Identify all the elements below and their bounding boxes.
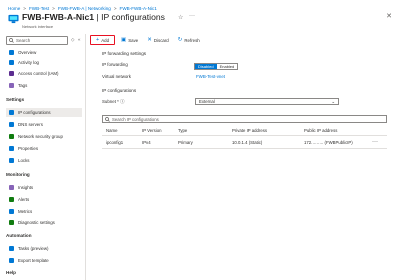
favorite-star-icon[interactable]: ☆ bbox=[178, 14, 183, 21]
chevron-down-icon: ⌄ bbox=[331, 98, 335, 104]
ip-configurations-heading: IP configurations bbox=[102, 88, 137, 93]
collapse-menu-icon[interactable]: ◇ bbox=[71, 37, 74, 43]
tasks-icon bbox=[9, 246, 14, 251]
discard-icon: ✕ bbox=[147, 37, 152, 43]
column-header-ip-version[interactable]: IP Version bbox=[142, 128, 162, 133]
virtual-network-label: Virtual network bbox=[102, 74, 131, 79]
breadcrumb-separator: > bbox=[23, 5, 26, 11]
refresh-icon: ↻ bbox=[177, 37, 183, 43]
sidebar-item-locks[interactable]: Locks bbox=[6, 156, 82, 165]
network-interface-icon bbox=[8, 14, 19, 24]
breadcrumb-separator: > bbox=[113, 5, 117, 11]
virtual-network-link[interactable]: FWB-Test-vnet bbox=[196, 74, 225, 79]
search-icon bbox=[105, 116, 110, 122]
more-options-icon[interactable]: ··· bbox=[189, 13, 195, 19]
sidebar-section-help: Help bbox=[6, 270, 16, 275]
overview-icon bbox=[9, 50, 14, 55]
sidebar-section-settings: Settings bbox=[6, 97, 25, 102]
alert-icon bbox=[9, 197, 14, 202]
sidebar-section-monitoring: Monitoring bbox=[6, 172, 30, 177]
sidebar-item-network-security-group[interactable]: Network security group bbox=[6, 132, 82, 141]
info-icon: ⓘ bbox=[120, 99, 125, 104]
discard-button[interactable]: ✕ Discard bbox=[144, 35, 172, 45]
table-header-divider bbox=[102, 135, 387, 136]
breadcrumb: Home > FWB-Test > FWB-FWB-A | Networking… bbox=[8, 4, 157, 12]
sidebar-search-input[interactable]: Search bbox=[6, 36, 68, 45]
save-icon: ▣ bbox=[121, 37, 127, 43]
cell-ip-version: IPv4 bbox=[142, 140, 151, 145]
refresh-button[interactable]: ↻ Refresh bbox=[175, 35, 203, 45]
properties-icon bbox=[9, 146, 14, 151]
subnet-select[interactable]: External ⌄ bbox=[195, 98, 339, 105]
sidebar-item-dns-servers[interactable]: DNS servers bbox=[6, 120, 82, 129]
table-row-divider bbox=[102, 148, 387, 149]
sidebar-item-access-control[interactable]: Access control (IAM) bbox=[6, 69, 82, 78]
dns-icon bbox=[9, 122, 14, 127]
sidebar-item-metrics[interactable]: Metrics bbox=[6, 207, 82, 216]
row-more-icon[interactable]: ··· bbox=[372, 139, 378, 145]
sidebar-item-export-template[interactable]: Export template bbox=[6, 256, 82, 265]
export-icon bbox=[9, 258, 14, 263]
cell-public-ip: 172.…….. (FWBPublicIP) bbox=[304, 140, 353, 145]
lock-icon bbox=[9, 158, 14, 163]
search-icon bbox=[9, 38, 14, 43]
breadcrumb-separator: > bbox=[52, 5, 55, 11]
sidebar-item-insights[interactable]: Insights bbox=[6, 183, 82, 192]
sidebar-item-overview[interactable]: Overview bbox=[6, 48, 82, 57]
page-title: FWB-FWB-A-Nic1 | IP configurations bbox=[22, 12, 165, 22]
cell-name[interactable]: ipconfig1 bbox=[106, 140, 123, 145]
sidebar-item-tasks[interactable]: Tasks (preview) bbox=[6, 244, 82, 253]
breadcrumb-home[interactable]: Home bbox=[8, 6, 20, 11]
page-subtitle: Network interface bbox=[22, 24, 54, 29]
ip-forwarding-toggle[interactable]: Disabled Enabled bbox=[194, 63, 239, 70]
toggle-enabled-option[interactable]: Enabled bbox=[217, 64, 238, 69]
column-header-type[interactable]: Type bbox=[178, 128, 187, 133]
subnet-label: Subnet * ⓘ bbox=[102, 99, 125, 104]
command-bar: + Add ▣ Save ✕ Discard ↻ Refresh bbox=[90, 35, 206, 45]
add-button[interactable]: + Add bbox=[90, 35, 116, 45]
breadcrumb-resource-group[interactable]: FWB-Test bbox=[29, 6, 49, 11]
activity-log-icon bbox=[9, 60, 14, 65]
tag-icon bbox=[9, 83, 14, 88]
ip-forwarding-settings-heading: IP forwarding settings bbox=[102, 51, 147, 56]
ip-config-search-input[interactable]: Search IP configurations bbox=[102, 115, 387, 123]
breadcrumb-networking[interactable]: FWB-FWB-A | Networking bbox=[58, 6, 111, 11]
collapse-sidebar-icon[interactable]: « bbox=[78, 37, 81, 42]
plus-icon: + bbox=[96, 37, 100, 43]
shield-icon bbox=[9, 134, 14, 139]
breadcrumb-nic[interactable]: FWB-FWB-A-Nic1 bbox=[120, 6, 157, 11]
sidebar-item-ip-configurations[interactable]: IP configurations bbox=[6, 108, 82, 117]
cell-private-ip: 10.0.1.4 (Static) bbox=[232, 140, 263, 145]
insights-icon bbox=[9, 185, 14, 190]
sidebar-section-automation: Automation bbox=[6, 233, 32, 238]
sidebar-item-tags[interactable]: Tags bbox=[6, 81, 82, 90]
sidebar-item-properties[interactable]: Properties bbox=[6, 144, 82, 153]
sidebar-item-alerts[interactable]: Alerts bbox=[6, 195, 82, 204]
sidebar: Search ◇ « Overview Activity log Access … bbox=[4, 34, 86, 280]
save-button[interactable]: ▣ Save bbox=[118, 35, 141, 45]
page-header: FWB-FWB-A-Nic1 | IP configurations Netwo… bbox=[8, 12, 392, 34]
cell-type: Primary bbox=[178, 140, 193, 145]
ip-forwarding-label: IP forwarding bbox=[102, 62, 128, 67]
column-header-name[interactable]: Name bbox=[106, 128, 117, 133]
close-icon[interactable]: ✕ bbox=[386, 12, 392, 20]
column-header-public-ip[interactable]: Public IP address bbox=[304, 128, 337, 133]
ip-config-icon bbox=[9, 110, 14, 115]
sidebar-item-diagnostic-settings[interactable]: Diagnostic settings bbox=[6, 218, 82, 227]
metrics-icon bbox=[9, 209, 14, 214]
column-header-private-ip[interactable]: Private IP address bbox=[232, 128, 267, 133]
access-control-icon bbox=[9, 71, 14, 76]
sidebar-item-activity-log[interactable]: Activity log bbox=[6, 58, 82, 67]
toggle-disabled-option[interactable]: Disabled bbox=[195, 64, 217, 69]
diagnostic-icon bbox=[9, 220, 14, 225]
